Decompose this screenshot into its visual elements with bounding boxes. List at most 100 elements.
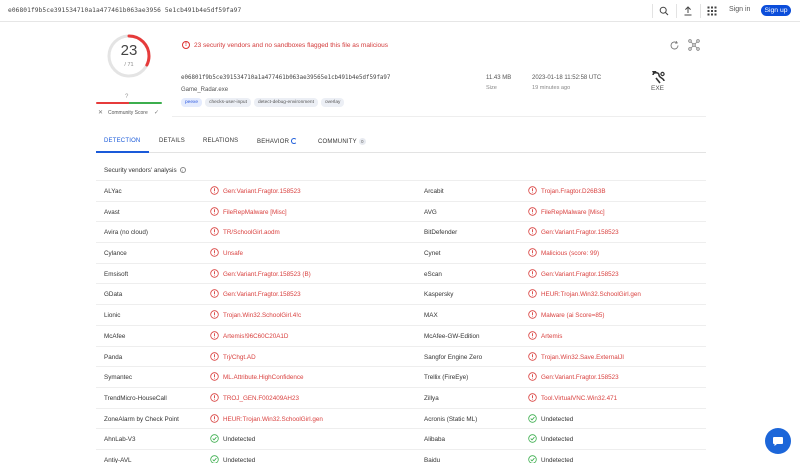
malicious-alert-icon — [528, 372, 537, 381]
malicious-alert-icon — [210, 413, 219, 423]
malicious-alert-icon — [528, 227, 537, 237]
analysis-date: 2023-01-18 11:52:58 UTC — [532, 75, 602, 81]
file-type-label: EXE — [651, 85, 665, 92]
upload-icon[interactable] — [682, 5, 694, 17]
apps-grid-icon[interactable] — [706, 5, 718, 17]
vendor-name: Baidu — [424, 456, 441, 463]
similar-graph-icon[interactable] — [688, 39, 700, 51]
vendor-name: Emsisoft — [104, 270, 129, 278]
detection-result: Gen:Variant.Fragtor.158523 — [541, 374, 619, 382]
vendor-name: Zillya — [424, 394, 439, 402]
malicious-alert-icon — [528, 393, 537, 402]
alert-text: 23 security vendors and no sandboxes fla… — [194, 42, 389, 49]
tab-relations[interactable]: RELATIONS — [203, 138, 238, 144]
toolbar-divider — [700, 4, 701, 18]
tab-behavior[interactable]: BEHAVIOR — [257, 138, 298, 145]
malicious-alert-icon — [210, 310, 219, 319]
sign-in-link[interactable]: Sign in — [729, 6, 750, 13]
file-hash[interactable]: e06801f9b5ce391534710a1a477461b063ae3956… — [181, 75, 390, 81]
community-downvote-icon[interactable]: ✕ — [98, 109, 103, 116]
file-tag[interactable]: peexe — [181, 98, 203, 107]
undetected-check-icon — [210, 434, 219, 443]
vendor-name: Panda — [104, 353, 123, 361]
table-row: Antiy-AVL Undetected Baidu Undetected — [96, 448, 706, 463]
detection-result: TR/SchoolGirl.aodm — [223, 229, 280, 237]
vendor-name: Avast — [104, 208, 120, 216]
vendor-name: eScan — [424, 270, 442, 278]
malicious-alert-icon — [528, 351, 537, 361]
detection-result: FileRepMalware [Misc] — [223, 208, 287, 216]
malicious-alert-icon — [210, 372, 219, 381]
community-count-badge: 0 — [358, 138, 366, 145]
table-row: Cylance Unsafe Cynet Malicious (score: 99) — [96, 242, 706, 263]
info-icon[interactable]: i — [179, 167, 186, 173]
vendor-name: Trellix (FireEye) — [424, 374, 469, 382]
tab-details[interactable]: DETAILS — [159, 138, 185, 144]
undetected-check-icon — [528, 455, 537, 463]
malicious-alert-icon — [210, 248, 219, 257]
file-tag[interactable]: checks-user-input — [205, 98, 251, 107]
divider — [172, 116, 706, 117]
search-input[interactable]: e06801f9b5ce391534710a1a477461b063ae3956… — [8, 7, 241, 14]
community-score-label: Community Score — [108, 110, 148, 116]
vendor-name: Cylance — [104, 250, 127, 258]
vendor-name: AVG — [424, 208, 437, 216]
detection-result: Trojan.Win32.SchoolGirl.4!c — [223, 312, 302, 320]
malicious-alert-icon — [528, 269, 537, 278]
community-score-value: ? — [125, 94, 129, 100]
undetected-check-icon — [210, 455, 219, 463]
undetected-check-icon — [528, 434, 537, 443]
detection-result: ML.Attribute.HighConfidence — [223, 374, 304, 382]
table-row: AhnLab-V3 Undetected Alibaba Undetected — [96, 428, 706, 449]
malicious-alert-icon — [210, 289, 219, 299]
vendor-name: Alibaba — [424, 436, 446, 444]
search-icon[interactable] — [658, 5, 670, 17]
vendor-name: ALYac — [104, 188, 122, 195]
detection-result: Artemis — [541, 332, 563, 340]
vendor-name: ZoneAlarm by Check Point — [104, 415, 179, 423]
table-row: Symantec ML.Attribute.HighConfidence Trell… — [96, 366, 706, 387]
malicious-alert-icon — [210, 227, 219, 237]
detection-result: Gen:Variant.Fragtor.158523 — [541, 270, 619, 278]
malicious-alert-icon — [528, 289, 537, 299]
vendor-name: Lionic — [104, 312, 121, 320]
toolbar-divider — [676, 4, 677, 18]
vendor-name: Symantec — [104, 374, 132, 382]
chat-button[interactable] — [765, 428, 791, 454]
detection-result: Undetected — [223, 436, 256, 444]
sign-up-button[interactable]: Sign up — [761, 5, 791, 16]
file-tag[interactable]: detect-debug-environment — [253, 98, 318, 107]
table-row: TrendMicro-HouseCall TROJ_GEN.F002409AH23… — [96, 386, 706, 408]
malicious-alert-icon — [210, 331, 219, 340]
vendor-name: BitDefender — [424, 229, 458, 237]
table-row: Emsisoft Gen:Variant.Fragtor.158523 (B) eS… — [96, 262, 706, 284]
tab-detection[interactable]: DETECTION — [104, 138, 140, 144]
tab-community[interactable]: COMMUNITY 0 — [318, 138, 366, 145]
detection-result: Trojan.Fragtor.D26B3B — [541, 188, 606, 195]
analysis-date-relative: 19 minutes ago — [532, 85, 571, 91]
malicious-alert-icon — [210, 351, 219, 361]
table-row: Lionic Trojan.Win32.SchoolGirl.4!c MAX Malw… — [96, 304, 706, 325]
detection-total: / 71 — [124, 62, 134, 68]
table-row: Avira (no cloud) TR/SchoolGirl.aodm BitDef… — [96, 221, 706, 242]
detection-result: Unsafe — [223, 250, 243, 258]
loading-spinner-icon — [291, 138, 298, 144]
table-row: Avast FileRepMalware [Misc] AVG FileRepMalw… — [96, 200, 706, 222]
malicious-alert-icon — [528, 186, 537, 195]
detection-count: 23 — [120, 42, 138, 59]
detection-result: FileRepMalware [Misc] — [541, 208, 605, 216]
reanalyze-icon[interactable] — [669, 40, 680, 51]
malicious-alert-icon — [210, 186, 219, 195]
tab-behavior-label: BEHAVIOR — [257, 139, 290, 145]
community-upvote-icon[interactable]: ✓ — [154, 109, 159, 116]
table-row: Panda Trj/Chgt.AD Sangfor Engine Zero Troja… — [96, 345, 706, 367]
detection-result: HEUR:Trojan.Win32.SchoolGirl.gen — [541, 291, 641, 299]
file-tag[interactable]: overlay — [320, 98, 345, 107]
vendor-name: Sangfor Engine Zero — [424, 353, 483, 361]
undetected-check-icon — [528, 413, 537, 423]
detection-result: Undetected — [223, 456, 256, 463]
detection-result: Malicious (score: 99) — [541, 250, 600, 258]
table-row: ALYac Gen:Variant.Fragtor.158523 Arcabit Tr… — [96, 180, 706, 201]
detection-result: Trj/Chgt.AD — [223, 353, 256, 361]
vendor-name: TrendMicro-HouseCall — [104, 394, 167, 402]
